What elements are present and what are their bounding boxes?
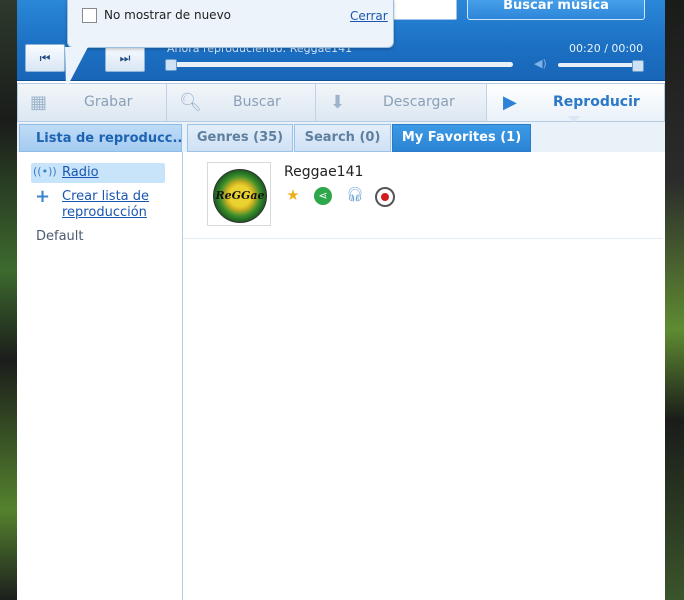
play-icon: ▶	[503, 92, 517, 113]
playlist-header[interactable]: Lista de reproducc...	[19, 124, 182, 152]
favorites-panel: ReGGae Reggae141 ★ ⋖ 🎧︎	[183, 152, 663, 600]
app-window: Buscar música ⏮ ⏭ Ahora reproduciendo: R…	[17, 0, 665, 600]
favorite-star-icon[interactable]: ★	[283, 185, 303, 205]
station-logo[interactable]: ReGGae	[207, 162, 271, 226]
sidebar-item-default[interactable]: Default	[36, 229, 84, 244]
window-edge-right	[664, 0, 684, 600]
window-edge-left	[0, 0, 18, 600]
download-icon: ⬇	[330, 92, 346, 113]
plus-icon[interactable]: +	[35, 188, 50, 206]
list-item[interactable]: ReGGae Reggae141 ★ ⋖ 🎧︎	[183, 152, 663, 239]
station-name[interactable]: Reggae141	[284, 164, 363, 180]
reggae-logo-image: ReGGae	[213, 169, 267, 223]
tip-popup: No mostrar de nuevo Cerrar	[67, 0, 394, 48]
share-icon[interactable]: ⋖	[314, 187, 332, 205]
sidebar-item-radio[interactable]: ((•)) Radio	[31, 163, 165, 183]
volume-slider[interactable]	[558, 60, 644, 72]
dont-show-again-label: No mostrar de nuevo	[104, 8, 232, 22]
previous-button[interactable]: ⏮	[25, 44, 65, 72]
tool-buscar[interactable]: 🔍︎ Buscar	[167, 84, 316, 121]
search-icon: 🔍︎	[179, 92, 202, 113]
tool-descargar[interactable]: ⬇ Descargar	[316, 84, 487, 121]
active-tool-pointer	[567, 116, 581, 122]
volume-handle[interactable]	[632, 60, 644, 72]
tool-descargar-label: Descargar	[383, 94, 455, 110]
seek-handle[interactable]	[165, 59, 177, 71]
time-display: 00:20 / 00:00	[569, 42, 644, 55]
tool-buscar-label: Buscar	[233, 94, 281, 110]
headphones-icon[interactable]: 🎧︎	[345, 185, 365, 205]
seek-slider[interactable]	[165, 59, 513, 71]
record-grid-icon: ▦	[30, 92, 48, 113]
skip-forward-icon: ⏭	[119, 51, 131, 65]
search-music-button[interactable]: Buscar música	[467, 0, 645, 20]
tool-grabar-label: Grabar	[84, 94, 133, 110]
sidebar-item-radio-label[interactable]: Radio	[62, 165, 99, 180]
tool-grabar[interactable]: ▦ Grabar	[18, 84, 167, 121]
create-playlist-link[interactable]: Crear lista de reproducción	[62, 189, 172, 221]
skip-back-icon: ⏮	[39, 51, 51, 65]
dont-show-again-checkbox[interactable]	[82, 8, 97, 23]
logo-text: ReGGae	[215, 189, 265, 202]
record-icon[interactable]	[375, 187, 395, 207]
close-popup-link[interactable]: Cerrar	[350, 9, 388, 23]
tab-search[interactable]: Search (0)	[294, 124, 391, 152]
popup-pointer	[65, 47, 88, 89]
tool-reproducir-label: Reproducir	[553, 94, 640, 110]
volume-icon[interactable]: ◀)	[534, 57, 547, 70]
radio-signal-icon: ((•))	[33, 165, 57, 178]
playlist-sidebar: ((•)) Radio + Crear lista de reproducció…	[17, 152, 183, 600]
tab-my-favorites[interactable]: My Favorites (1)	[392, 124, 531, 152]
next-button[interactable]: ⏭	[105, 44, 145, 72]
tab-genres[interactable]: Genres (35)	[187, 124, 293, 152]
